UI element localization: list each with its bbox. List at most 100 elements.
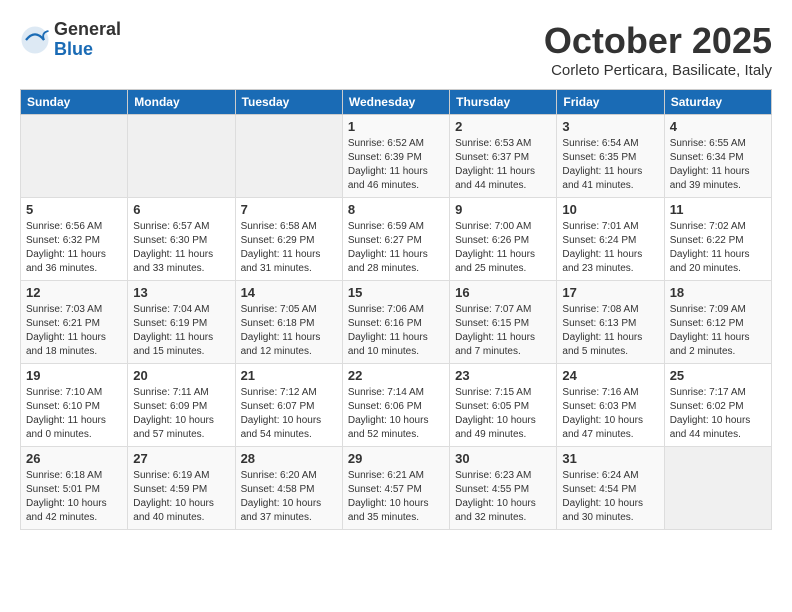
day-number: 7 [241, 202, 337, 217]
day-header-tuesday: Tuesday [235, 90, 342, 115]
calendar-cell: 2 Sunrise: 6:53 AM Sunset: 6:37 PM Daylig… [450, 115, 557, 198]
day-info: Sunrise: 6:54 AM Sunset: 6:35 PM Dayligh… [562, 137, 658, 193]
calendar-cell: 13Sunrise: 7:04 AM Sunset: 6:19 PM Dayli… [128, 281, 235, 364]
day-info: Sunrise: 6:59 AM Sunset: 6:27 PM Dayligh… [348, 220, 444, 276]
day-header-saturday: Saturday [664, 90, 771, 115]
week-row-1: 1Sunrise: 6:52 AM Sunset: 6:39 PM Daylig… [21, 115, 772, 198]
calendar-cell: 11Sunrise: 7:02 AM Sunset: 6:22 PM Dayli… [664, 198, 771, 281]
day-info: Sunrise: 7:01 AM Sunset: 6:24 PM Dayligh… [562, 220, 658, 276]
day-number: 17 [562, 285, 658, 300]
day-number: 26 [26, 451, 122, 466]
calendar-cell: 15Sunrise: 7:06 AM Sunset: 6:16 PM Dayli… [342, 281, 449, 364]
day-number: 3 [562, 119, 658, 134]
calendar-cell: 19 Sunrise: 7:10 AM Sunset: 6:10 PM Dayli… [21, 364, 128, 447]
day-number: 31 [562, 451, 658, 466]
day-number: 18 [670, 285, 766, 300]
day-number: 28 [241, 451, 337, 466]
calendar-cell: 7Sunrise: 6:58 AM Sunset: 6:29 PM Daylig… [235, 198, 342, 281]
calendar-cell: 8 Sunrise: 6:59 AM Sunset: 6:27 PM Daylig… [342, 198, 449, 281]
day-info: Sunrise: 6:21 AM Sunset: 4:57 PM Dayligh… [348, 469, 444, 525]
day-info: Sunrise: 6:19 AM Sunset: 4:59 PM Dayligh… [133, 469, 229, 525]
calendar-cell: 31 Sunrise: 6:24 AM Sunset: 4:54 PM Dayli… [557, 447, 664, 530]
day-info: Sunrise: 7:15 AM Sunset: 6:05 PM Dayligh… [455, 386, 551, 442]
day-number: 13 [133, 285, 229, 300]
day-header-wednesday: Wednesday [342, 90, 449, 115]
day-info: Sunrise: 7:14 AM Sunset: 6:06 PM Dayligh… [348, 386, 444, 442]
week-row-5: 26 Sunrise: 6:18 AM Sunset: 5:01 PM Dayli… [21, 447, 772, 530]
day-number: 4 [670, 119, 766, 134]
calendar-cell: 16 Sunrise: 7:07 AM Sunset: 6:15 PM Dayli… [450, 281, 557, 364]
calendar-cell: 5Sunrise: 6:56 AM Sunset: 6:32 PM Daylig… [21, 198, 128, 281]
calendar-cell [235, 115, 342, 198]
calendar-cell [21, 115, 128, 198]
title-block: October 2025 Corleto Perticara, Basilica… [544, 20, 772, 79]
day-info: Sunrise: 6:57 AM Sunset: 6:30 PM Dayligh… [133, 220, 229, 276]
week-row-3: 12Sunrise: 7:03 AM Sunset: 6:21 PM Dayli… [21, 281, 772, 364]
day-number: 29 [348, 451, 444, 466]
day-info: Sunrise: 7:08 AM Sunset: 6:13 PM Dayligh… [562, 303, 658, 359]
day-number: 21 [241, 368, 337, 383]
day-info: Sunrise: 6:18 AM Sunset: 5:01 PM Dayligh… [26, 469, 122, 525]
day-number: 10 [562, 202, 658, 217]
calendar-cell: 26 Sunrise: 6:18 AM Sunset: 5:01 PM Dayli… [21, 447, 128, 530]
day-number: 27 [133, 451, 229, 466]
day-header-sunday: Sunday [21, 90, 128, 115]
calendar-cell: 22 Sunrise: 7:14 AM Sunset: 6:06 PM Dayli… [342, 364, 449, 447]
day-info: Sunrise: 7:17 AM Sunset: 6:02 PM Dayligh… [670, 386, 766, 442]
day-info: Sunrise: 6:53 AM Sunset: 6:37 PM Dayligh… [455, 137, 551, 193]
day-info: Sunrise: 7:00 AM Sunset: 6:26 PM Dayligh… [455, 220, 551, 276]
day-number: 12 [26, 285, 122, 300]
calendar-cell: 17 Sunrise: 7:08 AM Sunset: 6:13 PM Dayli… [557, 281, 664, 364]
day-info: Sunrise: 6:56 AM Sunset: 6:32 PM Dayligh… [26, 220, 122, 276]
day-number: 16 [455, 285, 551, 300]
day-info: Sunrise: 6:20 AM Sunset: 4:58 PM Dayligh… [241, 469, 337, 525]
page-header: General Blue October 2025 Corleto Pertic… [20, 20, 772, 79]
day-number: 9 [455, 202, 551, 217]
day-number: 22 [348, 368, 444, 383]
month-title: October 2025 [544, 20, 772, 62]
logo-icon [20, 25, 50, 55]
week-row-4: 19 Sunrise: 7:10 AM Sunset: 6:10 PM Dayli… [21, 364, 772, 447]
calendar-cell: 1Sunrise: 6:52 AM Sunset: 6:39 PM Daylig… [342, 115, 449, 198]
logo-general: General [54, 20, 121, 40]
week-row-2: 5Sunrise: 6:56 AM Sunset: 6:32 PM Daylig… [21, 198, 772, 281]
calendar-table: SundayMondayTuesdayWednesdayThursdayFrid… [20, 89, 772, 530]
day-number: 25 [670, 368, 766, 383]
logo-blue: Blue [54, 40, 121, 60]
day-number: 2 [455, 119, 551, 134]
day-info: Sunrise: 7:10 AM Sunset: 6:10 PM Dayligh… [26, 386, 122, 442]
day-number: 14 [241, 285, 337, 300]
logo: General Blue [20, 20, 121, 60]
day-number: 1 [348, 119, 444, 134]
day-info: Sunrise: 7:12 AM Sunset: 6:07 PM Dayligh… [241, 386, 337, 442]
calendar-cell: 14 Sunrise: 7:05 AM Sunset: 6:18 PM Dayli… [235, 281, 342, 364]
calendar-cell: 28 Sunrise: 6:20 AM Sunset: 4:58 PM Dayli… [235, 447, 342, 530]
calendar-cell: 3 Sunrise: 6:54 AM Sunset: 6:35 PM Daylig… [557, 115, 664, 198]
calendar-cell: 9 Sunrise: 7:00 AM Sunset: 6:26 PM Daylig… [450, 198, 557, 281]
day-header-friday: Friday [557, 90, 664, 115]
day-info: Sunrise: 7:11 AM Sunset: 6:09 PM Dayligh… [133, 386, 229, 442]
calendar-cell: 29 Sunrise: 6:21 AM Sunset: 4:57 PM Dayli… [342, 447, 449, 530]
day-number: 23 [455, 368, 551, 383]
calendar-cell: 21 Sunrise: 7:12 AM Sunset: 6:07 PM Dayli… [235, 364, 342, 447]
day-info: Sunrise: 6:55 AM Sunset: 6:34 PM Dayligh… [670, 137, 766, 193]
day-number: 6 [133, 202, 229, 217]
day-info: Sunrise: 6:24 AM Sunset: 4:54 PM Dayligh… [562, 469, 658, 525]
day-number: 20 [133, 368, 229, 383]
calendar-cell: 24Sunrise: 7:16 AM Sunset: 6:03 PM Dayli… [557, 364, 664, 447]
day-info: Sunrise: 7:07 AM Sunset: 6:15 PM Dayligh… [455, 303, 551, 359]
calendar-cell: 10 Sunrise: 7:01 AM Sunset: 6:24 PM Dayli… [557, 198, 664, 281]
calendar-cell: 4 Sunrise: 6:55 AM Sunset: 6:34 PM Daylig… [664, 115, 771, 198]
day-number: 15 [348, 285, 444, 300]
day-number: 19 [26, 368, 122, 383]
calendar-cell: 27 Sunrise: 6:19 AM Sunset: 4:59 PM Dayli… [128, 447, 235, 530]
day-number: 11 [670, 202, 766, 217]
day-info: Sunrise: 7:05 AM Sunset: 6:18 PM Dayligh… [241, 303, 337, 359]
calendar-cell [664, 447, 771, 530]
calendar-cell: 6 Sunrise: 6:57 AM Sunset: 6:30 PM Daylig… [128, 198, 235, 281]
day-info: Sunrise: 7:16 AM Sunset: 6:03 PM Dayligh… [562, 386, 658, 442]
day-info: Sunrise: 7:09 AM Sunset: 6:12 PM Dayligh… [670, 303, 766, 359]
day-info: Sunrise: 6:23 AM Sunset: 4:55 PM Dayligh… [455, 469, 551, 525]
day-header-thursday: Thursday [450, 90, 557, 115]
day-number: 8 [348, 202, 444, 217]
